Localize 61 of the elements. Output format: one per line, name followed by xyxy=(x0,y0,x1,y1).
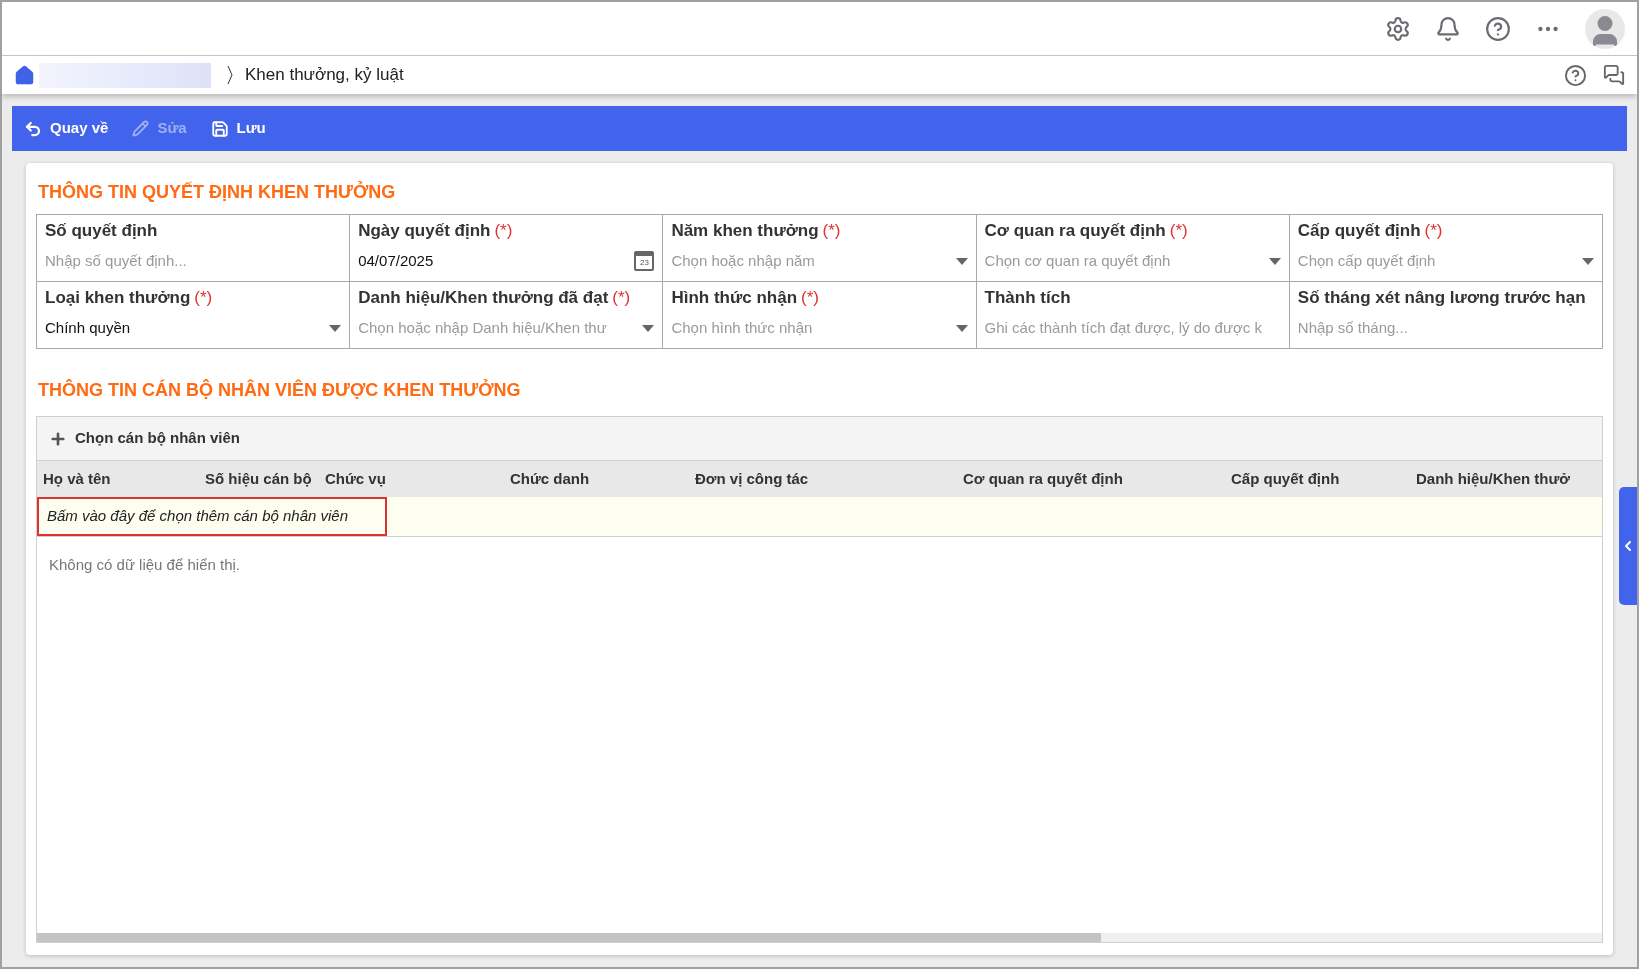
dropdown-caret-icon[interactable] xyxy=(642,324,655,332)
required-mark: (*) xyxy=(801,287,819,310)
date-field[interactable]: 04/07/2025 23 xyxy=(358,249,655,273)
home-icon[interactable] xyxy=(14,64,35,86)
column-header[interactable]: Cơ quan ra quyết định xyxy=(957,467,1225,491)
field-label: Thành tích xyxy=(984,287,1071,310)
field-label: Cơ quan ra quyết định xyxy=(984,220,1166,243)
field-label: Số tháng xét nâng lương trước hạn xyxy=(1297,287,1586,310)
undo-arrow-icon xyxy=(24,119,42,138)
dropdown-caret-icon[interactable] xyxy=(955,324,968,332)
field-label: Năm khen thưởng xyxy=(671,220,819,243)
side-panel-toggle[interactable] xyxy=(1619,487,1637,605)
calendar-icon[interactable]: 23 xyxy=(634,251,655,271)
field-placeholder: Chọn hoặc nhập năm xyxy=(671,250,816,271)
horizontal-scrollbar[interactable] xyxy=(37,933,1602,942)
notification-bell-icon[interactable] xyxy=(1435,15,1461,42)
field-label: Hình thức nhận xyxy=(671,287,798,310)
chat-icon[interactable] xyxy=(1603,64,1625,86)
required-mark: (*) xyxy=(612,287,631,310)
column-header[interactable]: Đơn vị công tác xyxy=(689,467,957,491)
empty-table-message: Không có dữ liệu để hiển thị. xyxy=(49,556,240,573)
field-placeholder: Chọn cơ quan ra quyết định xyxy=(984,250,1172,271)
settings-icon[interactable] xyxy=(1385,15,1411,42)
field-placeholder: Chọn cấp quyết định xyxy=(1297,250,1437,271)
field-placeholder: Chọn hoặc nhập Danh hiệu/Khen thư xyxy=(358,317,608,338)
required-mark: (*) xyxy=(494,220,513,243)
required-mark: (*) xyxy=(194,287,213,310)
field-label: Ngày quyết định xyxy=(358,220,491,243)
dropdown-field[interactable]: Chính quyền xyxy=(45,316,342,340)
column-header[interactable]: Danh hiệu/Khen thưở xyxy=(1410,467,1600,491)
breadcrumb-current: Khen thưởng, kỷ luật xyxy=(245,64,404,87)
field-placeholder: Chọn hình thức nhận xyxy=(671,317,814,338)
section-title: THÔNG TIN QUYẾT ĐỊNH KHEN THƯỞNG xyxy=(38,180,397,204)
breadcrumb-separator-icon xyxy=(227,65,233,85)
dropdown-caret-icon[interactable] xyxy=(1582,257,1594,265)
help-icon[interactable] xyxy=(1485,15,1511,42)
column-header[interactable]: Họ và tên xyxy=(37,467,199,491)
toolbar-button[interactable]: Quay về xyxy=(24,117,109,140)
field-label: Danh hiệu/Khen thưởng đã đạt xyxy=(358,287,609,310)
field-label: Cấp quyết định xyxy=(1297,220,1421,243)
column-header[interactable]: Cấp quyết định xyxy=(1225,467,1410,491)
field-label: Số quyết định xyxy=(45,220,158,243)
pencil-icon xyxy=(132,120,150,137)
column-header[interactable]: Chức danh xyxy=(504,467,689,491)
field-value: 04/07/2025 xyxy=(358,250,435,271)
add-staff-button[interactable]: Chọn cán bộ nhân viên xyxy=(49,427,240,450)
dropdown-caret-icon[interactable] xyxy=(329,324,342,332)
toolbar-button[interactable]: Lưu xyxy=(210,117,266,140)
help-icon[interactable] xyxy=(1564,63,1587,87)
add-staff-row-link[interactable]: Bấm vào đây để chọn thêm cán bộ nhân viên xyxy=(37,497,387,536)
field-value: Chính quyền xyxy=(45,317,132,338)
user-avatar[interactable] xyxy=(1585,8,1625,49)
field-label: Loại khen thưởng xyxy=(45,287,191,310)
column-header[interactable]: Số hiệu cán bộ xyxy=(199,467,319,491)
dropdown-caret-icon[interactable] xyxy=(1268,257,1281,265)
section-title: THÔNG TIN CÁN BỘ NHÂN VIÊN ĐƯỢC KHEN THƯỞNG xyxy=(38,378,522,402)
column-header[interactable]: Chức vụ xyxy=(319,467,504,491)
required-mark: (*) xyxy=(1169,220,1188,243)
dropdown-caret-icon[interactable] xyxy=(955,257,968,265)
required-mark: (*) xyxy=(1424,220,1443,243)
required-mark: (*) xyxy=(822,220,841,243)
